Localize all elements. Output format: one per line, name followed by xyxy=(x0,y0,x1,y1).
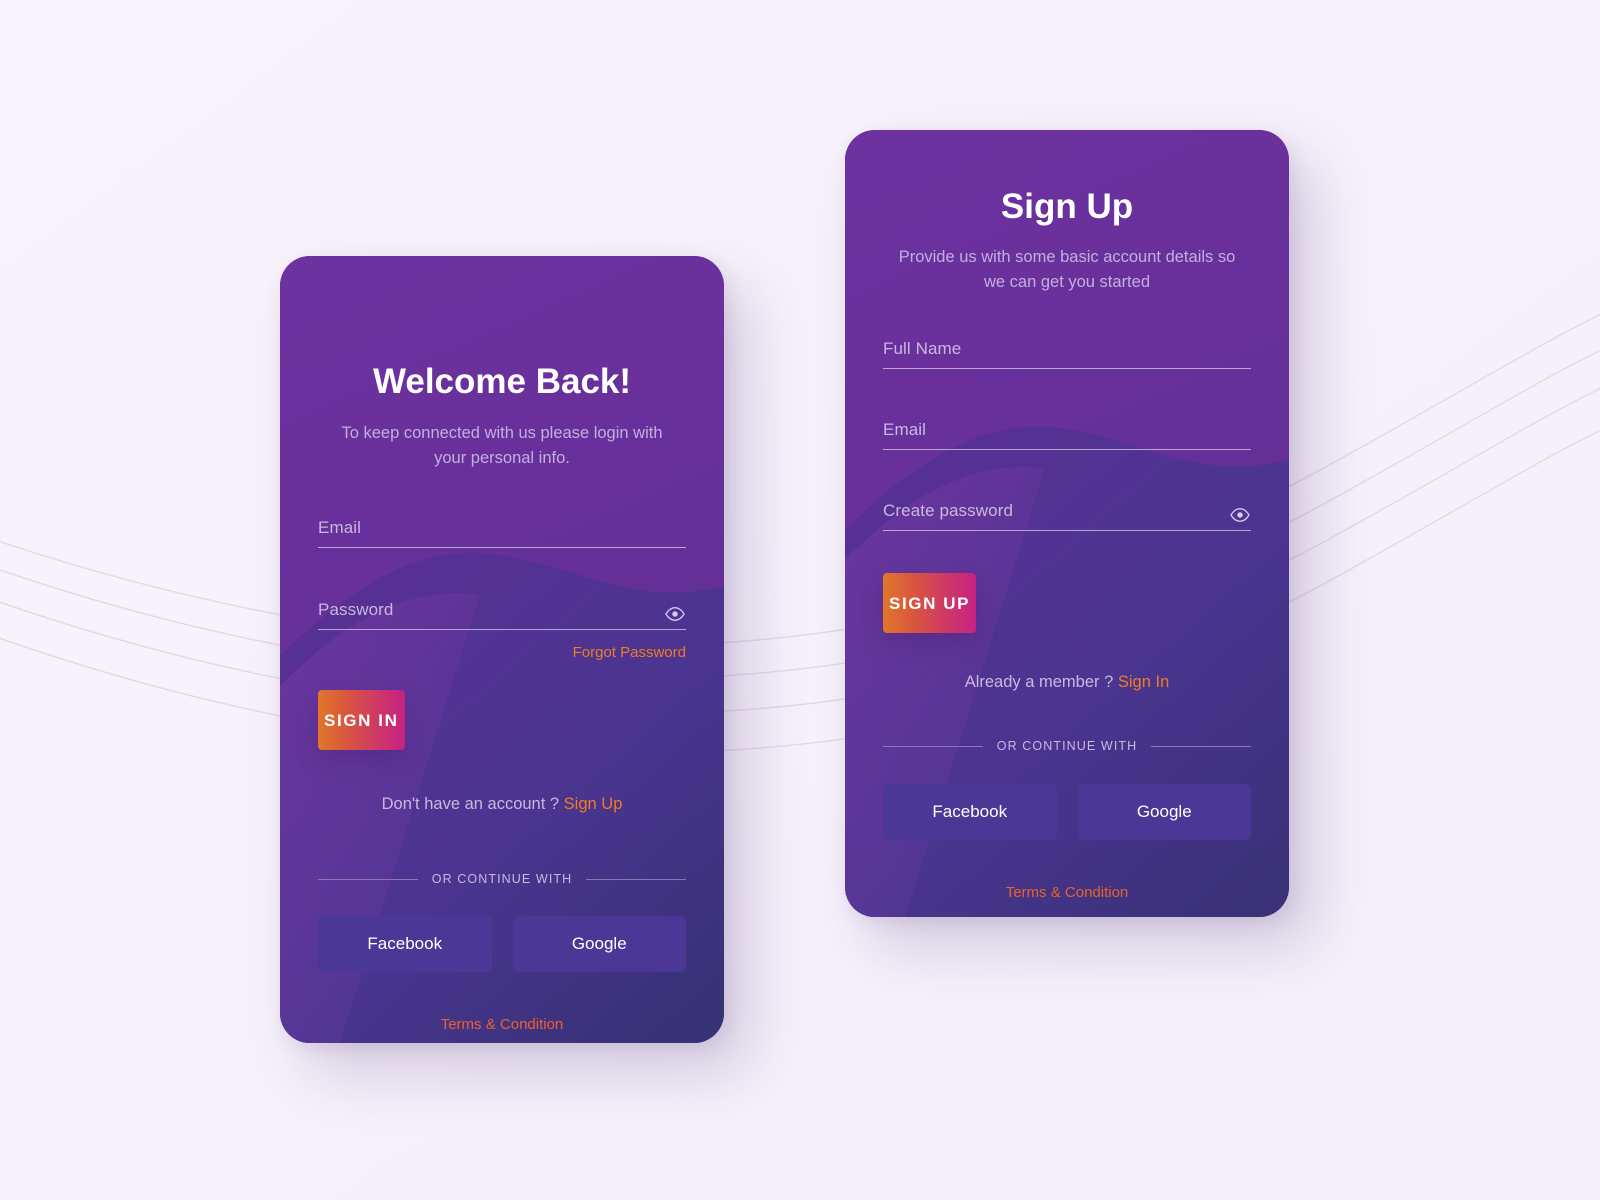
email-field-label: Email xyxy=(883,420,927,439)
sign-in-social-buttons: Facebook Google xyxy=(318,916,686,972)
divider-rule-right xyxy=(586,878,687,880)
sign-up-social-buttons: Facebook Google xyxy=(883,784,1251,840)
sign-up-link[interactable]: Sign Up xyxy=(564,795,623,813)
sign-up-prompt-text: Don't have an account ? xyxy=(381,795,560,813)
create-password-field-label: Create password xyxy=(883,501,1014,520)
sign-in-subtitle: To keep connected with us please login w… xyxy=(341,424,663,467)
password-field[interactable]: Password xyxy=(318,600,686,630)
sign-in-prompt-text: Already a member ? xyxy=(964,673,1114,691)
sign-in-prompt: Already a member ? Sign In xyxy=(845,673,1289,692)
forgot-password-link[interactable]: Forgot Password xyxy=(573,644,686,661)
sign-in-card: Welcome Back! To keep connected with us … xyxy=(280,256,724,1043)
sign-up-subtitle: Provide us with some basic account detai… xyxy=(898,248,1236,291)
divider-rule-left xyxy=(318,878,418,880)
divider-label: OR CONTINUE WITH xyxy=(996,739,1138,753)
background-decorative-lines xyxy=(0,0,1600,1200)
divider-label: OR CONTINUE WITH xyxy=(431,872,573,886)
sign-in-divider: OR CONTINUE WITH xyxy=(318,872,687,886)
sign-up-prompt: Don't have an account ? Sign Up xyxy=(280,795,724,814)
email-field[interactable]: Email xyxy=(318,518,686,548)
sign-up-button[interactable]: SIGN UP xyxy=(883,573,977,633)
sign-up-content: Sign Up Provide us with some basic accou… xyxy=(845,187,1289,917)
password-field-label: Password xyxy=(318,600,394,619)
terms-and-condition-link[interactable]: Terms & Condition xyxy=(845,884,1289,901)
sign-up-divider: OR CONTINUE WITH xyxy=(883,739,1252,753)
eye-icon[interactable] xyxy=(664,607,686,621)
email-field-label: Email xyxy=(318,518,362,537)
google-button[interactable]: Google xyxy=(1077,784,1251,840)
terms-and-condition-link[interactable]: Terms & Condition xyxy=(280,1016,724,1033)
divider-rule-right xyxy=(1151,745,1252,747)
sign-in-button[interactable]: SIGN IN xyxy=(318,690,405,750)
sign-in-content: Welcome Back! To keep connected with us … xyxy=(280,362,724,1043)
sign-up-title: Sign Up xyxy=(1000,187,1134,226)
eye-icon[interactable] xyxy=(1229,508,1251,522)
facebook-button[interactable]: Facebook xyxy=(318,916,492,972)
google-button[interactable]: Google xyxy=(512,916,686,972)
sign-in-link[interactable]: Sign In xyxy=(1118,673,1169,691)
create-password-field[interactable]: Create password xyxy=(883,501,1251,531)
sign-up-card: Sign Up Provide us with some basic accou… xyxy=(845,130,1289,917)
sign-in-title: Welcome Back! xyxy=(372,362,632,401)
full-name-field[interactable]: Full Name xyxy=(883,339,1251,369)
divider-rule-left xyxy=(883,745,983,747)
full-name-field-label: Full Name xyxy=(883,339,962,358)
email-field[interactable]: Email xyxy=(883,420,1251,450)
facebook-button[interactable]: Facebook xyxy=(883,784,1057,840)
